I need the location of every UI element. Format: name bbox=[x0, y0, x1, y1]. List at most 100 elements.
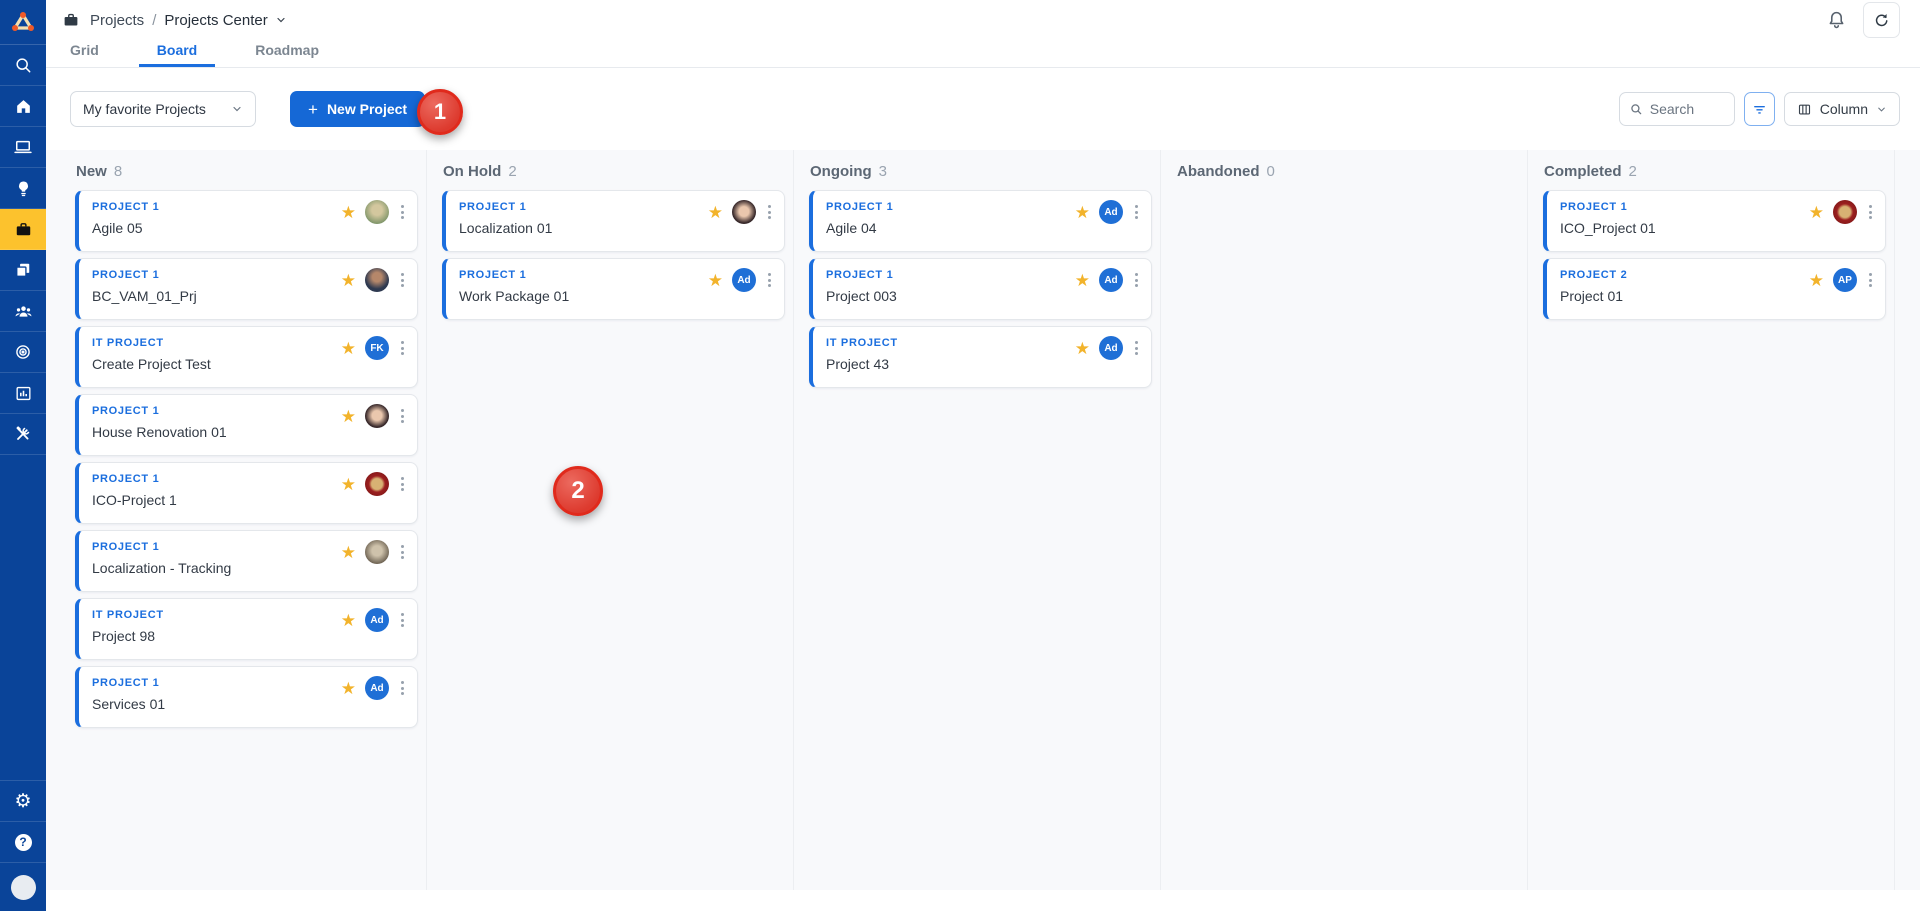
favorite-star-icon[interactable]: ★ bbox=[341, 612, 356, 629]
sidebar-item-profile[interactable] bbox=[0, 862, 46, 911]
assignee-avatar[interactable]: Ad bbox=[1099, 268, 1123, 292]
assignee-avatar[interactable]: Ad bbox=[365, 676, 389, 700]
tab-grid[interactable]: Grid bbox=[70, 40, 99, 67]
card-actions: ★ bbox=[708, 200, 774, 224]
card-menu-button[interactable] bbox=[1132, 271, 1141, 289]
card-menu-button[interactable] bbox=[1132, 339, 1141, 357]
app-logo-icon bbox=[10, 10, 36, 34]
favorite-star-icon[interactable]: ★ bbox=[1075, 204, 1090, 221]
favorite-star-icon[interactable]: ★ bbox=[708, 272, 723, 289]
sidebar-item-workspace[interactable] bbox=[0, 127, 46, 168]
assignee-avatar[interactable] bbox=[732, 200, 756, 224]
card-menu-button[interactable] bbox=[398, 611, 407, 629]
project-card[interactable]: PROJECT 1 ICO_Project 01 ★ bbox=[1543, 190, 1886, 252]
filter-button[interactable] bbox=[1744, 92, 1775, 126]
card-menu-button[interactable] bbox=[765, 203, 774, 221]
assignee-avatar[interactable]: Ad bbox=[1099, 200, 1123, 224]
app-logo[interactable] bbox=[0, 0, 46, 45]
column-settings-button[interactable]: Column bbox=[1784, 92, 1900, 126]
breadcrumb-current[interactable]: Projects Center bbox=[164, 12, 267, 29]
project-card[interactable]: PROJECT 1 Localization - Tracking ★ bbox=[75, 530, 418, 592]
breadcrumb-root[interactable]: Projects bbox=[90, 12, 144, 29]
card-menu-button[interactable] bbox=[398, 203, 407, 221]
favorite-star-icon[interactable]: ★ bbox=[708, 204, 723, 221]
favorite-star-icon[interactable]: ★ bbox=[341, 408, 356, 425]
project-card[interactable]: PROJECT 1 Agile 05 ★ bbox=[75, 190, 418, 252]
project-card[interactable]: PROJECT 1 House Renovation 01 ★ bbox=[75, 394, 418, 456]
sidebar-item-settings[interactable]: ⚙ bbox=[0, 780, 46, 821]
project-card[interactable]: PROJECT 1 Project 003 ★ Ad bbox=[809, 258, 1152, 320]
project-card[interactable]: PROJECT 1 Agile 04 ★ Ad bbox=[809, 190, 1152, 252]
sidebar-item-search[interactable] bbox=[0, 45, 46, 86]
columns-icon bbox=[1797, 102, 1812, 117]
project-card[interactable]: PROJECT 1 ICO-Project 1 ★ bbox=[75, 462, 418, 524]
assignee-avatar[interactable] bbox=[365, 540, 389, 564]
tab-board[interactable]: Board bbox=[139, 40, 215, 67]
card-menu-button[interactable] bbox=[1866, 203, 1875, 221]
sidebar-item-projects[interactable] bbox=[0, 209, 46, 250]
favorite-star-icon[interactable]: ★ bbox=[341, 340, 356, 357]
favorite-star-icon[interactable]: ★ bbox=[1075, 340, 1090, 357]
new-project-button[interactable]: + New Project bbox=[290, 91, 425, 127]
assignee-avatar[interactable]: FK bbox=[365, 336, 389, 360]
project-card[interactable]: PROJECT 1 Services 01 ★ Ad bbox=[75, 666, 418, 728]
project-card[interactable]: PROJECT 2 Project 01 ★ AP bbox=[1543, 258, 1886, 320]
sidebar-item-documents[interactable] bbox=[0, 250, 46, 291]
favorite-star-icon[interactable]: ★ bbox=[341, 204, 356, 221]
project-filter-value: My favorite Projects bbox=[83, 101, 206, 117]
assignee-avatar[interactable] bbox=[365, 200, 389, 224]
sidebar-item-tools[interactable] bbox=[0, 414, 46, 455]
sidebar-item-home[interactable] bbox=[0, 86, 46, 127]
card-menu-button[interactable] bbox=[398, 407, 407, 425]
column-header: On Hold2 bbox=[427, 150, 793, 189]
assignee-avatar[interactable] bbox=[365, 268, 389, 292]
top-bar: Projects / Projects Center bbox=[46, 0, 1920, 40]
sidebar-item-ideas[interactable] bbox=[0, 168, 46, 209]
project-card[interactable]: PROJECT 1 Localization 01 ★ bbox=[442, 190, 785, 252]
card-actions: ★ Ad bbox=[1075, 336, 1141, 360]
breadcrumb-caret[interactable] bbox=[275, 14, 287, 26]
sidebar-item-reports[interactable] bbox=[0, 373, 46, 414]
project-filter-select[interactable]: My favorite Projects bbox=[70, 91, 256, 127]
project-card[interactable]: PROJECT 1 Work Package 01 ★ Ad bbox=[442, 258, 785, 320]
card-actions: ★ Ad bbox=[1075, 200, 1141, 224]
card-menu-button[interactable] bbox=[1866, 271, 1875, 289]
card-menu-button[interactable] bbox=[765, 271, 774, 289]
assignee-avatar[interactable]: Ad bbox=[1099, 336, 1123, 360]
tab-roadmap[interactable]: Roadmap bbox=[255, 40, 319, 67]
card-menu-button[interactable] bbox=[398, 679, 407, 697]
refresh-button[interactable] bbox=[1863, 2, 1900, 38]
column-card-list: PROJECT 1 Agile 05 ★ PROJECT 1 BC_VAM_01… bbox=[60, 189, 426, 728]
favorite-star-icon[interactable]: ★ bbox=[341, 476, 356, 493]
favorite-star-icon[interactable]: ★ bbox=[1809, 272, 1824, 289]
assignee-avatar[interactable]: Ad bbox=[365, 608, 389, 632]
favorite-star-icon[interactable]: ★ bbox=[1075, 272, 1090, 289]
notifications-button[interactable] bbox=[1826, 10, 1847, 31]
project-card[interactable]: IT PROJECT Project 43 ★ Ad bbox=[809, 326, 1152, 388]
column-count: 0 bbox=[1267, 163, 1275, 180]
project-card[interactable]: PROJECT 1 BC_VAM_01_Prj ★ bbox=[75, 258, 418, 320]
card-menu-button[interactable] bbox=[1132, 203, 1141, 221]
card-menu-button[interactable] bbox=[398, 271, 407, 289]
card-actions: ★ bbox=[341, 268, 407, 292]
assignee-avatar[interactable] bbox=[1833, 200, 1857, 224]
assignee-avatar[interactable] bbox=[365, 404, 389, 428]
assignee-avatar[interactable] bbox=[365, 472, 389, 496]
board-column-completed: Completed2 PROJECT 1 ICO_Project 01 ★ PR… bbox=[1528, 150, 1895, 890]
search-input[interactable] bbox=[1650, 101, 1720, 117]
card-menu-button[interactable] bbox=[398, 543, 407, 561]
assignee-avatar[interactable]: Ad bbox=[732, 268, 756, 292]
card-menu-button[interactable] bbox=[398, 475, 407, 493]
sidebar-item-help[interactable]: ? bbox=[0, 821, 46, 862]
project-card[interactable]: IT PROJECT Create Project Test ★ FK bbox=[75, 326, 418, 388]
favorite-star-icon[interactable]: ★ bbox=[341, 680, 356, 697]
favorite-star-icon[interactable]: ★ bbox=[341, 272, 356, 289]
favorite-star-icon[interactable]: ★ bbox=[1809, 204, 1824, 221]
search-field[interactable] bbox=[1619, 92, 1735, 126]
favorite-star-icon[interactable]: ★ bbox=[341, 544, 356, 561]
sidebar-item-goals[interactable] bbox=[0, 332, 46, 373]
project-card[interactable]: IT PROJECT Project 98 ★ Ad bbox=[75, 598, 418, 660]
assignee-avatar[interactable]: AP bbox=[1833, 268, 1857, 292]
card-menu-button[interactable] bbox=[398, 339, 407, 357]
sidebar-item-team[interactable] bbox=[0, 291, 46, 332]
